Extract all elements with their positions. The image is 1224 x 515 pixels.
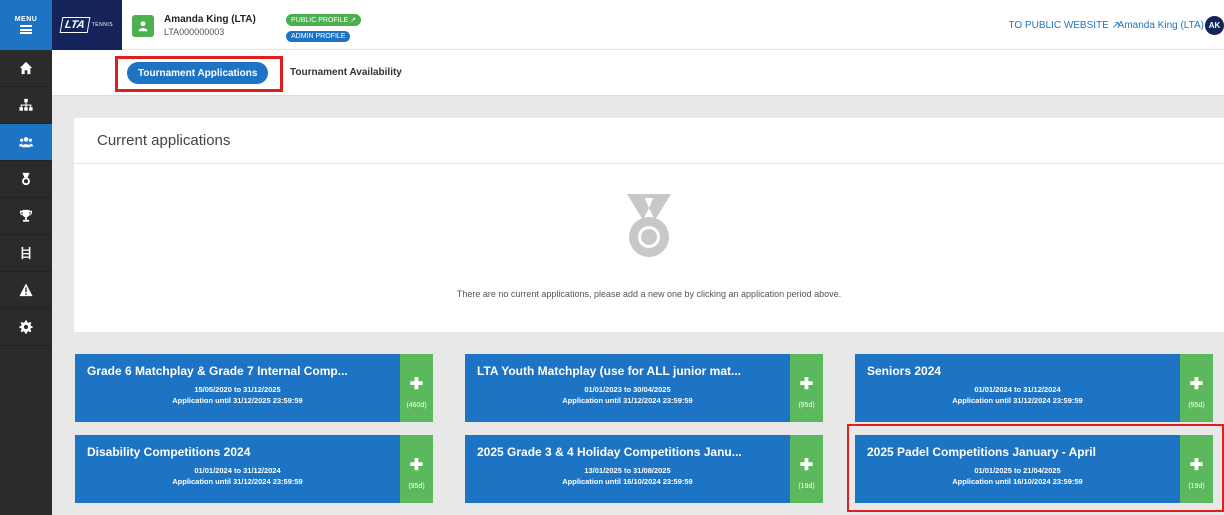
period-deadline: Application until 31/12/2024 23:59:59 bbox=[562, 396, 693, 405]
period-title: LTA Youth Matchplay (use for ALL junior … bbox=[477, 364, 742, 378]
period-title: 2025 Grade 3 & 4 Holiday Competitions Ja… bbox=[477, 445, 742, 459]
days-remaining: (95d) bbox=[1188, 402, 1205, 409]
user-id: LTA000000003 bbox=[164, 27, 225, 37]
menu-button[interactable]: MENU bbox=[0, 0, 52, 50]
days-remaining: (460d) bbox=[406, 402, 427, 409]
users-icon bbox=[19, 137, 33, 148]
user-avatar bbox=[132, 15, 154, 37]
sidebar-item-awards[interactable] bbox=[0, 161, 52, 198]
ladder-icon bbox=[21, 246, 31, 260]
plus-icon: ✚ bbox=[409, 376, 424, 393]
application-period-card[interactable]: Seniors 2024 01/01/2024 to 31/12/2024 Ap… bbox=[855, 354, 1180, 422]
person-icon bbox=[138, 21, 148, 32]
highlight-frame bbox=[847, 424, 1224, 512]
account-avatar[interactable]: AK bbox=[1205, 16, 1224, 35]
sidebar-item-organisation[interactable] bbox=[0, 87, 52, 124]
period-deadline: Application until 31/12/2024 23:59:59 bbox=[952, 396, 1083, 405]
top-header: LTA TENNIS Amanda King (LTA) LTA00000000… bbox=[52, 0, 1224, 50]
tabs-bar: Tournament Applications Tournament Avail… bbox=[52, 50, 1224, 96]
current-applications-panel: Current applications There are no curren… bbox=[74, 118, 1224, 332]
period-deadline: Application until 16/10/2024 23:59:59 bbox=[562, 477, 693, 486]
sidebar-item-ladders[interactable] bbox=[0, 235, 52, 272]
sidebar-item-people[interactable] bbox=[0, 124, 52, 161]
period-title: Disability Competitions 2024 bbox=[87, 445, 251, 459]
hamburger-icon bbox=[20, 25, 32, 34]
days-remaining: (95d) bbox=[798, 402, 815, 409]
account-name[interactable]: Amanda King (LTA) bbox=[1118, 20, 1204, 31]
plus-icon: ✚ bbox=[799, 457, 814, 474]
user-name: Amanda King (LTA) bbox=[164, 14, 256, 25]
home-icon bbox=[19, 61, 33, 75]
period-deadline: Application until 31/12/2025 23:59:59 bbox=[172, 396, 303, 405]
public-website-link[interactable]: TO PUBLIC WEBSITE ↗ bbox=[1008, 20, 1120, 31]
application-period-card[interactable]: Disability Competitions 2024 01/01/2024 … bbox=[75, 435, 400, 503]
add-application-button[interactable]: ✚ (95d) bbox=[790, 354, 823, 422]
period-dates: 01/01/2024 to 31/12/2024 bbox=[194, 466, 281, 475]
sidebar-item-settings[interactable] bbox=[0, 309, 52, 346]
days-remaining: (19d) bbox=[798, 483, 815, 490]
add-application-button[interactable]: ✚ (460d) bbox=[400, 354, 433, 422]
admin-profile-button[interactable]: ADMIN PROFILE bbox=[286, 31, 351, 42]
sidebar-item-home[interactable] bbox=[0, 50, 52, 87]
period-dates: 15/05/2020 to 31/12/2025 bbox=[194, 385, 281, 394]
public-profile-button[interactable]: PUBLIC PROFILE ↗ bbox=[286, 14, 362, 26]
empty-state-message: There are no current applications, pleas… bbox=[456, 289, 842, 299]
trophy-icon bbox=[19, 209, 33, 222]
add-application-button[interactable]: ✚ (19d) bbox=[790, 435, 823, 503]
period-dates: 13/01/2025 to 31/08/2025 bbox=[584, 466, 671, 475]
period-dates: 01/01/2024 to 31/12/2024 bbox=[974, 385, 1061, 394]
menu-label: MENU bbox=[14, 16, 38, 23]
gear-icon bbox=[19, 320, 33, 334]
sitemap-icon bbox=[19, 98, 33, 111]
tab-tournament-applications[interactable]: Tournament Applications bbox=[127, 62, 269, 84]
sidebar-item-tournaments[interactable] bbox=[0, 198, 52, 235]
add-application-button[interactable]: ✚ (95d) bbox=[400, 435, 433, 503]
days-remaining: (95d) bbox=[408, 483, 425, 490]
warning-icon bbox=[19, 283, 33, 297]
lta-logo[interactable]: LTA TENNIS bbox=[52, 0, 122, 50]
period-title: Grade 6 Matchplay & Grade 7 Internal Com… bbox=[87, 364, 348, 378]
divider bbox=[74, 163, 1224, 164]
period-deadline: Application until 31/12/2024 23:59:59 bbox=[172, 477, 303, 486]
application-period-card[interactable]: Grade 6 Matchplay & Grade 7 Internal Com… bbox=[75, 354, 400, 422]
medal-icon bbox=[627, 194, 671, 257]
external-link-icon: ↗ bbox=[350, 17, 357, 24]
tab-tournament-availability[interactable]: Tournament Availability bbox=[290, 67, 402, 78]
plus-icon: ✚ bbox=[799, 376, 814, 393]
add-application-button[interactable]: ✚ (95d) bbox=[1180, 354, 1213, 422]
period-dates: 01/01/2023 to 30/04/2025 bbox=[584, 385, 671, 394]
plus-icon: ✚ bbox=[1189, 376, 1204, 393]
application-period-card[interactable]: LTA Youth Matchplay (use for ALL junior … bbox=[465, 354, 790, 422]
panel-title: Current applications bbox=[97, 132, 231, 149]
sidebar-item-alerts[interactable] bbox=[0, 272, 52, 309]
period-title: Seniors 2024 bbox=[867, 364, 942, 378]
application-period-card[interactable]: 2025 Grade 3 & 4 Holiday Competitions Ja… bbox=[465, 435, 790, 503]
medal-icon bbox=[22, 172, 30, 186]
sidebar: MENU bbox=[0, 0, 52, 515]
plus-icon: ✚ bbox=[409, 457, 424, 474]
